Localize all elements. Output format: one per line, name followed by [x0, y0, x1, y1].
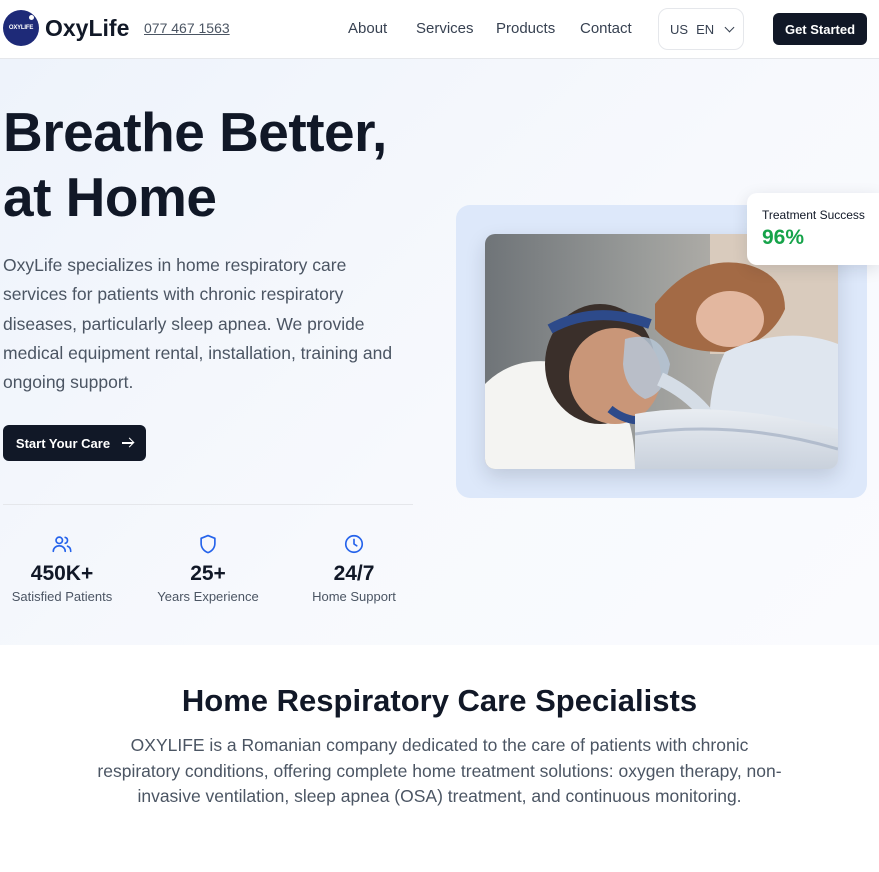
arrow-right-icon: [122, 442, 134, 444]
success-label: Treatment Success: [762, 208, 865, 222]
section-title: Home Respiratory Care Specialists: [181, 683, 698, 718]
clock-icon: [344, 534, 364, 554]
chevron-down-icon: [724, 22, 735, 32]
nav-products[interactable]: Products: [496, 20, 555, 37]
hero-title: Breathe Better, at Home: [3, 101, 387, 228]
stat-support: 24/7 Home Support: [284, 533, 424, 604]
hero-description: OxyLife specializes in home respiratory …: [3, 255, 393, 393]
get-started-button[interactable]: Get Started: [773, 13, 867, 45]
start-care-label: Start Your Care: [15, 435, 111, 451]
hero-photo: [485, 234, 838, 469]
nav-contact[interactable]: Contact: [580, 20, 632, 37]
logo-text: OXYLIFE: [8, 25, 34, 31]
language-code: EN: [696, 21, 715, 37]
section-description: OXYLIFE is a Romanian company dedicated …: [97, 735, 782, 807]
phone-link[interactable]: 077 467 1563: [144, 20, 230, 36]
language-selector[interactable]: US EN: [658, 8, 744, 50]
sleep-apnea-patient-image: [485, 234, 838, 469]
treatment-success-card: Treatment Success 96%: [747, 193, 879, 265]
shield-icon: [200, 534, 216, 554]
stat-value: 24/7: [333, 562, 375, 585]
logo-dot: [29, 15, 34, 20]
users-icon: [52, 536, 72, 553]
stat-label: Satisfied Patients: [11, 589, 113, 604]
stat-label: Years Experience: [157, 589, 259, 604]
nav-services[interactable]: Services: [416, 20, 474, 37]
flag-label: US: [670, 21, 689, 37]
logo-icon[interactable]: OXYLIFE: [3, 10, 39, 46]
stat-value: 450K+: [30, 562, 94, 585]
success-value: 96%: [762, 226, 805, 249]
hero-divider: [3, 504, 413, 505]
nav-about[interactable]: About: [348, 20, 387, 37]
stat-experience: 25+ Years Experience: [138, 533, 278, 604]
site-header: OXYLIFE OxyLife 077 467 1563 About Servi…: [0, 0, 879, 59]
start-care-button[interactable]: Start Your Care: [3, 425, 146, 461]
brand-name[interactable]: OxyLife: [45, 15, 129, 42]
stat-patients: 450K+ Satisfied Patients: [0, 533, 132, 604]
stat-value: 25+: [190, 562, 226, 585]
stat-label: Home Support: [312, 589, 396, 604]
